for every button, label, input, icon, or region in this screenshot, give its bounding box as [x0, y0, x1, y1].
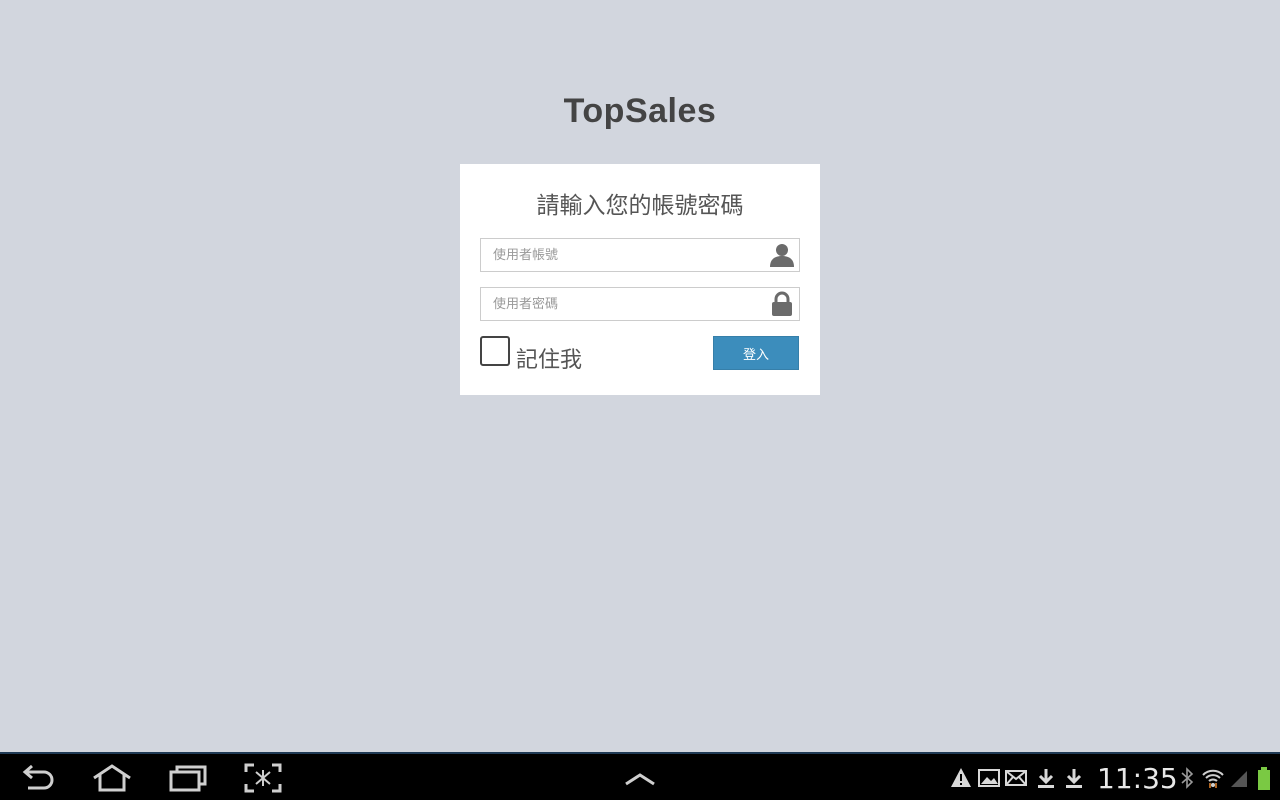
- remember-me-checkbox[interactable]: [480, 336, 510, 366]
- wifi-icon: [1201, 767, 1224, 789]
- password-field: [480, 287, 800, 321]
- email-icon[interactable]: [1005, 767, 1027, 789]
- bluetooth-icon: [1180, 767, 1194, 789]
- remember-me-label: 記住我: [516, 348, 583, 373]
- password-input[interactable]: [481, 288, 761, 320]
- chevron-up-icon[interactable]: [620, 762, 660, 794]
- screenshot-icon[interactable]: [243, 762, 283, 794]
- login-box: 請輸入您的帳號密碼 記住我 登入: [460, 164, 820, 395]
- status-clock: 11:35: [1097, 762, 1178, 795]
- app-title: TopSales: [563, 92, 717, 130]
- home-icon[interactable]: [92, 762, 132, 794]
- battery-icon: [1257, 767, 1271, 790]
- login-box-message: 請輸入您的帳號密碼: [536, 193, 744, 219]
- back-icon[interactable]: [18, 762, 58, 794]
- login-screen: TopSales 請輸入您的帳號密碼 記住我: [0, 0, 1280, 800]
- download-icon[interactable]: [1035, 767, 1057, 789]
- username-field: [480, 238, 800, 272]
- recent-apps-icon[interactable]: [168, 762, 208, 794]
- login-button[interactable]: 登入: [713, 336, 799, 370]
- username-input[interactable]: [481, 239, 761, 271]
- user-icon: [769, 242, 795, 268]
- lock-icon: [769, 291, 795, 317]
- signal-icon: [1229, 767, 1249, 789]
- warning-icon[interactable]: [950, 767, 972, 789]
- download-icon[interactable]: [1063, 767, 1085, 789]
- image-icon[interactable]: [978, 767, 1000, 789]
- system-navigation-bar: 11:35: [0, 752, 1280, 800]
